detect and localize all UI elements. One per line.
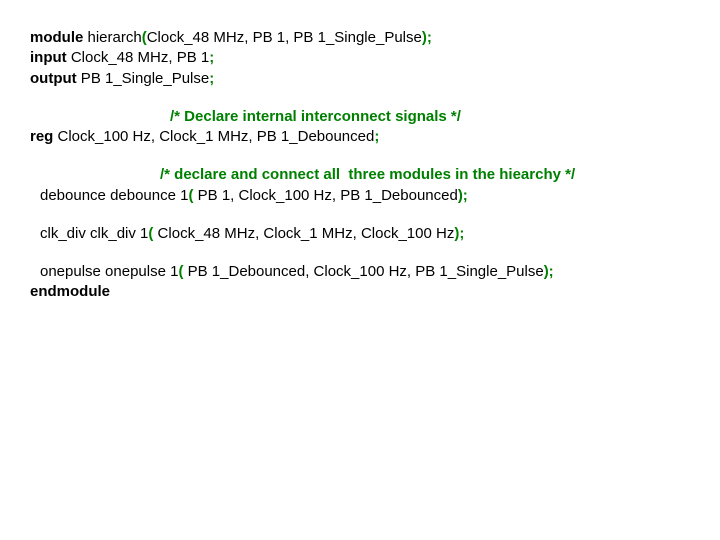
blank-line: [30, 147, 690, 165]
paren-close: );: [454, 225, 464, 242]
text: Clock_100 Hz, Clock_1 MHz, PB 1_Debounce…: [53, 128, 374, 145]
code-line-input: input Clock_48 MHz, PB 1;: [30, 48, 690, 68]
text: clk_div clk_div 1: [40, 225, 148, 242]
args: Clock_48 MHz, PB 1, PB 1_Single_Pulse: [147, 29, 422, 46]
text: hierarch: [83, 29, 141, 46]
blank-line: [30, 206, 690, 224]
semicolon: ;: [209, 70, 214, 87]
code-line-debounce: debounce debounce 1( PB 1, Clock_100 Hz,…: [30, 186, 690, 206]
code-line-output: output PB 1_Single_Pulse;: [30, 69, 690, 89]
kw-endmodule: endmodule: [30, 283, 110, 300]
text: onepulse onepulse 1: [40, 263, 178, 280]
paren-close: );: [422, 29, 432, 46]
text: PB 1_Single_Pulse: [77, 70, 210, 87]
paren-close: );: [458, 187, 468, 204]
code-line-reg: reg Clock_100 Hz, Clock_1 MHz, PB 1_Debo…: [30, 127, 690, 147]
blank-line: [30, 244, 690, 262]
kw-module: module: [30, 29, 83, 46]
args: Clock_48 MHz, Clock_1 MHz, Clock_100 Hz: [153, 225, 454, 242]
args: PB 1, Clock_100 Hz, PB 1_Debounced: [193, 187, 457, 204]
code-line-onepulse: onepulse onepulse 1( PB 1_Debounced, Clo…: [30, 262, 690, 282]
comment: /* declare and connect all three modules…: [160, 166, 575, 183]
semicolon: ;: [374, 128, 379, 145]
blank-line: [30, 89, 690, 107]
comment: /* Declare internal interconnect signals…: [170, 108, 461, 125]
code-line-endmodule: endmodule: [30, 282, 690, 302]
kw-output: output: [30, 70, 77, 87]
args: PB 1_Debounced, Clock_100 Hz, PB 1_Singl…: [183, 263, 543, 280]
text: Clock_48 MHz, PB 1: [67, 49, 210, 66]
code-line-module: module hierarch(Clock_48 MHz, PB 1, PB 1…: [30, 28, 690, 48]
code-slide: module hierarch(Clock_48 MHz, PB 1, PB 1…: [0, 0, 720, 331]
paren-close: );: [544, 263, 554, 280]
comment-line: /* declare and connect all three modules…: [30, 165, 690, 185]
kw-input: input: [30, 49, 67, 66]
comment-line: /* Declare internal interconnect signals…: [30, 107, 690, 127]
semicolon: ;: [209, 49, 214, 66]
text: debounce debounce 1: [40, 187, 188, 204]
code-line-clkdiv: clk_div clk_div 1( Clock_48 MHz, Clock_1…: [30, 224, 690, 244]
kw-reg: reg: [30, 128, 53, 145]
